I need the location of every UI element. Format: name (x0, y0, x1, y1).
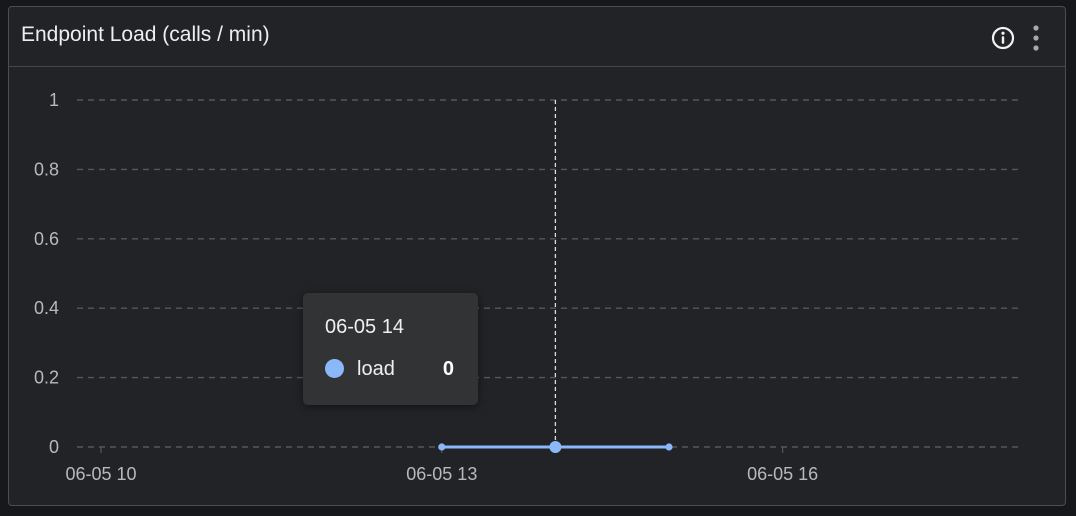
chart-panel: Endpoint Load (calls / min) 0 0.2 0.4 0.6 0.… (8, 6, 1066, 506)
y-tick-label: 0.2 (34, 368, 59, 388)
data-point[interactable] (438, 443, 446, 451)
data-point-active[interactable] (549, 441, 562, 453)
x-tick-label: 06-05 16 (747, 464, 818, 484)
series-layer (438, 100, 673, 453)
y-tick-label: 0.4 (34, 298, 59, 318)
tooltip-series-value: 0 (442, 358, 454, 380)
tooltip-series-marker (325, 359, 344, 378)
x-tick-label: 06-05 13 (406, 464, 477, 484)
data-point[interactable] (665, 443, 673, 451)
x-tick-label: 06-05 10 (65, 464, 136, 484)
tooltip-series-name: load (357, 358, 395, 380)
y-tick-label: 0 (49, 437, 59, 457)
y-tick-label: 0.8 (34, 159, 59, 179)
y-tick-label: 0.6 (34, 229, 59, 249)
tooltip-title: 06-05 14 (325, 316, 404, 338)
axes: 0 0.2 0.4 0.6 0.8 1 06-05 10 06-05 13 06-05 16 06… (34, 90, 818, 484)
grid-lines (77, 99, 1021, 448)
chart-tooltip: 06-05 14 load 0 (303, 293, 478, 405)
y-tick-label: 1 (49, 90, 59, 110)
load-line-chart[interactable]: 0 0.2 0.4 0.6 0.8 1 06-05 10 06-05 13 06-05 16 06… (9, 7, 1066, 506)
